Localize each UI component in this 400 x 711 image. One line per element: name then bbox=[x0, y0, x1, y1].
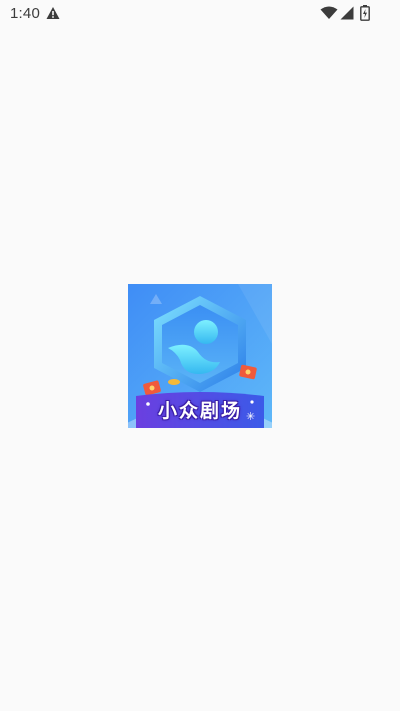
app-logo: ✳ 小众剧场 bbox=[128, 284, 272, 428]
app-name-label: 小众剧场 bbox=[157, 400, 242, 422]
wifi-icon bbox=[320, 6, 338, 19]
signal-icon bbox=[340, 6, 354, 20]
warning-icon bbox=[46, 7, 60, 19]
status-time: 1:40 bbox=[10, 5, 40, 22]
battery-icon bbox=[360, 5, 370, 21]
status-bar: 1:40 bbox=[0, 0, 400, 28]
